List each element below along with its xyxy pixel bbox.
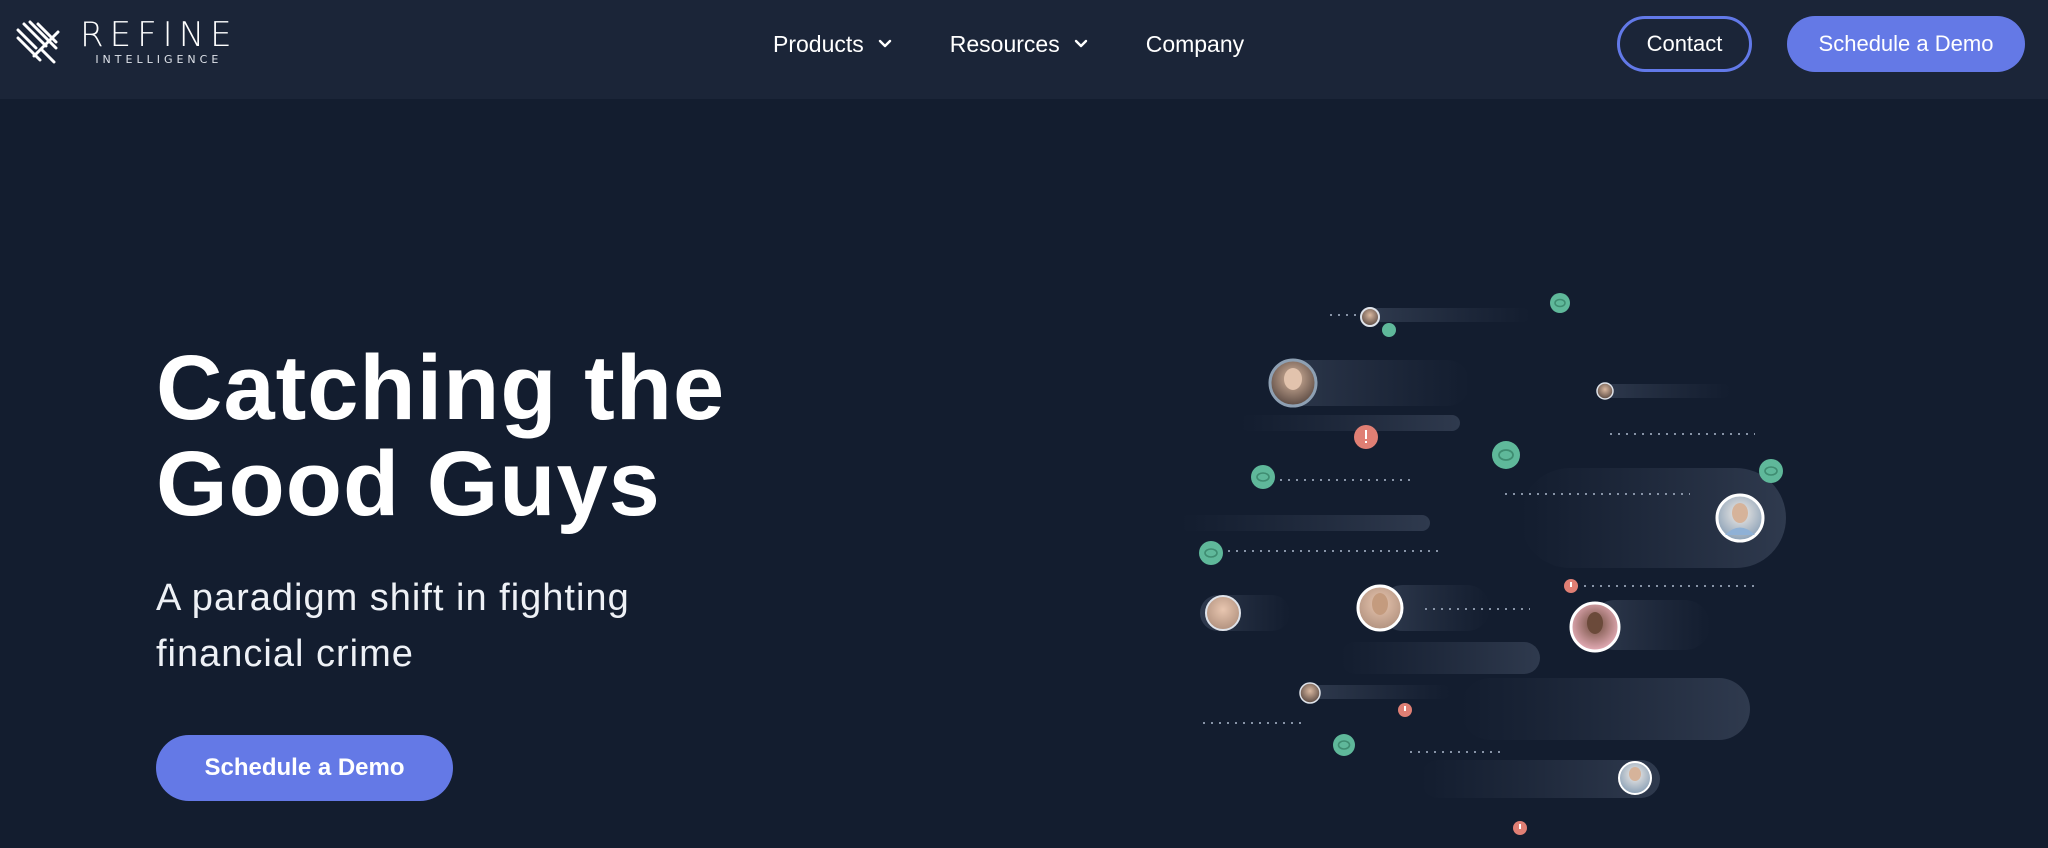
hero-subtitle-line-1: A paradigm shift in fighting xyxy=(156,577,630,619)
navbar: REFINE INTELLIGENCE Products Resources C… xyxy=(0,0,2048,99)
verified-icon xyxy=(1759,459,1783,483)
brand-wordmark: REFINE INTELLIGENCE xyxy=(80,18,238,66)
trail xyxy=(1180,515,1430,531)
hero-title-line-2: Good Guys xyxy=(156,433,661,535)
chevron-down-icon xyxy=(1074,39,1087,48)
alert-icon xyxy=(1564,579,1578,593)
hero-subtitle-line-2: financial crime xyxy=(156,633,414,675)
nav-item-products[interactable]: Products xyxy=(773,31,892,58)
hero-title-line-1: Catching the xyxy=(156,337,726,439)
avatar xyxy=(1618,761,1652,795)
contact-button[interactable]: Contact xyxy=(1617,16,1752,72)
brand-tagline: INTELLIGENCE xyxy=(95,53,223,66)
nav-item-resources[interactable]: Resources xyxy=(950,31,1088,58)
verified-icon xyxy=(1333,734,1355,756)
avatar xyxy=(1596,382,1614,400)
verified-icon xyxy=(1492,441,1520,469)
brand-name: REFINE xyxy=(80,15,238,55)
nav-item-label: Products xyxy=(773,30,864,57)
brand-logo[interactable]: REFINE INTELLIGENCE xyxy=(16,18,238,66)
trail xyxy=(1370,308,1530,322)
hero-title: Catching the Good Guys xyxy=(156,340,876,532)
chevron-down-icon xyxy=(878,39,891,48)
nav-item-company[interactable]: Company xyxy=(1146,31,1244,58)
avatar xyxy=(1569,601,1621,653)
avatar xyxy=(1715,493,1765,543)
avatar xyxy=(1268,358,1318,408)
avatar xyxy=(1299,682,1321,704)
trail xyxy=(1240,415,1460,431)
alert-icon xyxy=(1354,425,1378,449)
main-nav: Products Resources Company xyxy=(773,0,1244,88)
nav-item-label: Resources xyxy=(949,30,1060,57)
refine-logo-icon xyxy=(16,20,60,64)
nav-item-label: Company xyxy=(1145,30,1245,57)
trail xyxy=(1340,642,1540,674)
trail xyxy=(1460,678,1750,740)
hero-subtitle: A paradigm shift in fighting financial c… xyxy=(156,570,756,682)
avatar xyxy=(1205,595,1241,631)
hero-schedule-demo-button[interactable]: Schedule a Demo xyxy=(156,735,453,801)
verified-icon xyxy=(1550,293,1570,313)
avatar xyxy=(1360,307,1380,327)
verified-icon xyxy=(1199,541,1223,565)
trail xyxy=(1310,685,1450,699)
verified-icon xyxy=(1251,465,1275,489)
verified-icon xyxy=(1382,323,1396,337)
schedule-demo-button[interactable]: Schedule a Demo xyxy=(1787,16,2025,72)
alert-icon xyxy=(1513,821,1527,835)
hero-illustration xyxy=(1180,293,1786,835)
alert-icon xyxy=(1398,703,1412,717)
trail xyxy=(1600,384,1730,398)
avatar xyxy=(1356,584,1404,632)
